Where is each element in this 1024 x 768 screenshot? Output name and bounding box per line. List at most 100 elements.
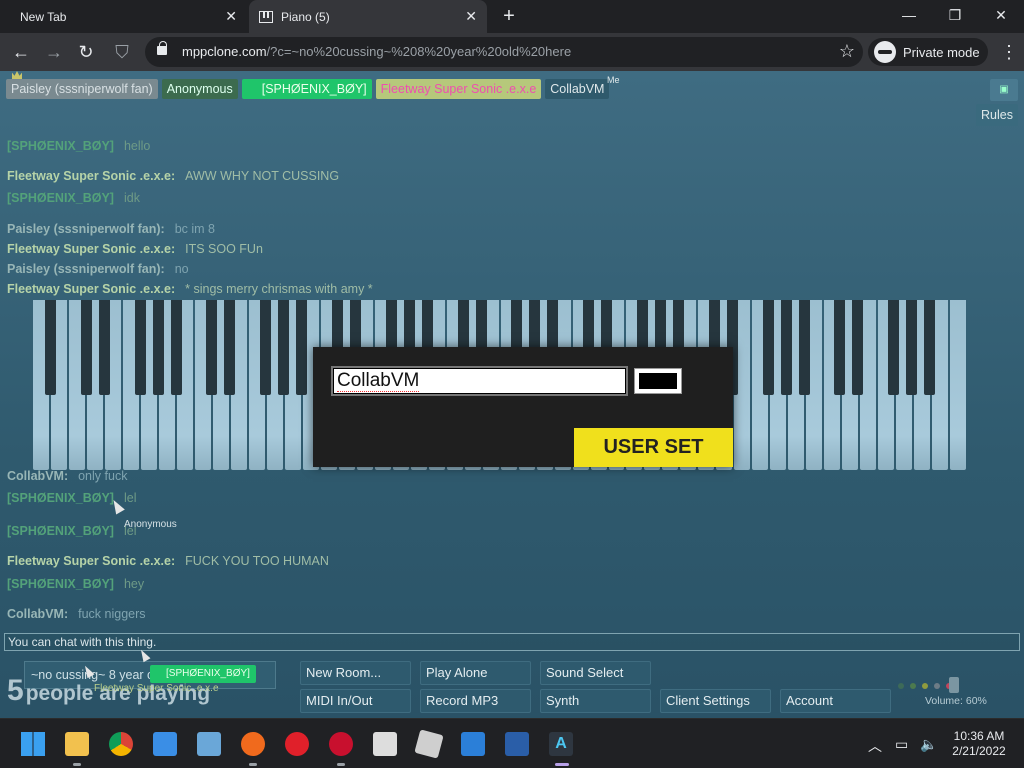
- private-mask-icon: [874, 41, 896, 63]
- black-key[interactable]: [206, 300, 218, 395]
- chat-message: [SPHØENIX_BØY] idk: [7, 191, 140, 205]
- black-key[interactable]: [924, 300, 936, 395]
- minimize-icon[interactable]: —: [886, 0, 932, 30]
- remote-cursor-label: Anonymous: [124, 519, 177, 530]
- black-key[interactable]: [852, 300, 864, 395]
- user-tag[interactable]: Fleetway Super Sonic .e.x.e: [375, 79, 542, 99]
- chrome-icon[interactable]: [109, 732, 133, 756]
- user-tag[interactable]: [SPHØENIX_BØY]: [241, 79, 372, 99]
- chat-text: hey: [123, 577, 145, 591]
- chat-text: * sings merry chrismas with amy *: [185, 282, 373, 296]
- chat-message: Paisley (sssniperwolf fan): bc im 8: [7, 222, 215, 236]
- opera-gx-icon[interactable]: [329, 732, 353, 756]
- windows-icon[interactable]: [461, 732, 485, 756]
- app-a-icon[interactable]: A: [549, 732, 573, 756]
- black-key[interactable]: [224, 300, 236, 395]
- black-key[interactable]: [888, 300, 900, 395]
- black-key[interactable]: [134, 300, 146, 395]
- close-icon[interactable]: ✕: [225, 9, 237, 23]
- chat-input[interactable]: You can chat with this thing.: [4, 633, 1020, 651]
- black-key[interactable]: [170, 300, 182, 395]
- client-settings-button[interactable]: Client Settings: [660, 689, 771, 713]
- back-icon[interactable]: ←: [10, 41, 32, 63]
- speaker-icon[interactable]: 🔈: [920, 736, 937, 753]
- opera-icon[interactable]: [285, 732, 309, 756]
- black-key[interactable]: [834, 300, 846, 395]
- status-dots: [898, 683, 952, 689]
- name-input[interactable]: CollabVM: [331, 366, 628, 396]
- url-text[interactable]: mppclone.com/?c=~no%20cussing~%208%20yea…: [182, 44, 571, 59]
- user-tag[interactable]: Paisley (sssniperwolf fan): [6, 79, 158, 99]
- account-button[interactable]: Account: [780, 689, 891, 713]
- lock-icon[interactable]: [157, 41, 167, 55]
- chat-text: hello: [123, 139, 151, 153]
- chat-message: Fleetway Super Sonic .e.x.e: ITS SOO FUn: [7, 242, 263, 256]
- new-tab-icon[interactable]: +: [499, 6, 519, 26]
- paint-icon[interactable]: [373, 732, 397, 756]
- tab-piano[interactable]: Piano (5) ✕: [249, 0, 487, 33]
- close-window-icon[interactable]: ✕: [978, 0, 1024, 30]
- reload-icon[interactable]: ↻: [75, 41, 97, 63]
- chat-text: idk: [123, 191, 140, 205]
- start-icon[interactable]: [21, 732, 45, 756]
- chat-author: [SPHØENIX_BØY]: [7, 491, 114, 505]
- menu-icon[interactable]: ⋮: [1000, 41, 1018, 63]
- chat-message: [SPHØENIX_BØY] lel: [7, 524, 136, 538]
- rules-button[interactable]: Rules: [976, 104, 1018, 126]
- black-key[interactable]: [44, 300, 56, 395]
- store-icon[interactable]: [153, 732, 177, 756]
- volume-label: Volume: 60%: [925, 695, 987, 707]
- chat-author: CollabVM:: [7, 607, 69, 621]
- shield-icon[interactable]: ⛉: [111, 41, 133, 63]
- midi-button[interactable]: MIDI In/Out: [300, 689, 411, 713]
- tab-label: New Tab: [20, 9, 67, 24]
- private-mode-badge[interactable]: Private mode: [868, 38, 988, 66]
- color-picker[interactable]: [634, 368, 682, 394]
- synth-button[interactable]: Synth: [540, 689, 651, 713]
- black-key[interactable]: [98, 300, 110, 395]
- remote-cursor-label: [SPHØENIX_BØY]: [150, 665, 256, 683]
- chat-author: Fleetway Super Sonic .e.x.e:: [7, 169, 176, 183]
- record-mp3-button[interactable]: Record MP3: [420, 689, 531, 713]
- network-icon[interactable]: ▭: [895, 736, 908, 753]
- black-key[interactable]: [296, 300, 308, 395]
- tab-new-tab[interactable]: New Tab ✕: [0, 0, 247, 33]
- star-icon[interactable]: ☆: [839, 41, 855, 62]
- volume-knob[interactable]: [949, 677, 959, 693]
- chevron-up-icon[interactable]: ︿: [868, 736, 882, 756]
- forward-icon[interactable]: →: [43, 41, 65, 63]
- url-bar[interactable]: mppclone.com/?c=~no%20cussing~%208%20yea…: [145, 37, 863, 67]
- black-key[interactable]: [762, 300, 774, 395]
- black-key[interactable]: [278, 300, 290, 395]
- black-key[interactable]: [152, 300, 164, 395]
- photos-icon[interactable]: [197, 732, 221, 756]
- restore-icon[interactable]: ❐: [932, 0, 978, 30]
- user-set-button[interactable]: USER SET: [574, 428, 733, 467]
- chat-author: Paisley (sssniperwolf fan):: [7, 262, 165, 276]
- play-alone-button[interactable]: Play Alone: [420, 661, 531, 685]
- chat-message: CollabVM: only fuck: [7, 469, 127, 483]
- user-tag-me[interactable]: CollabVM: [545, 79, 610, 99]
- virtualbox-icon[interactable]: [505, 732, 529, 756]
- sound-select-button[interactable]: Sound Select: [540, 661, 651, 685]
- chat-text: ITS SOO FUn: [185, 242, 263, 256]
- toggle-icon[interactable]: ▣: [990, 79, 1018, 101]
- black-key[interactable]: [260, 300, 272, 395]
- chat-message: CollabVM: fuck niggers: [7, 607, 146, 621]
- new-room-button[interactable]: New Room...: [300, 661, 411, 685]
- firefox-icon[interactable]: [241, 732, 265, 756]
- user-tag[interactable]: Anonymous: [161, 79, 238, 99]
- chat-text: no: [174, 262, 189, 276]
- black-key[interactable]: [906, 300, 918, 395]
- black-key[interactable]: [798, 300, 810, 395]
- file-explorer-icon[interactable]: [65, 732, 89, 756]
- roblox-icon[interactable]: [414, 729, 444, 759]
- clock[interactable]: 10:36 AM 2/21/2022: [948, 729, 1010, 759]
- chat-author: [SPHØENIX_BØY]: [7, 577, 114, 591]
- close-icon[interactable]: ✕: [465, 9, 477, 23]
- black-key[interactable]: [780, 300, 792, 395]
- chat-text: bc im 8: [174, 222, 215, 236]
- user-list: Paisley (sssniperwolf fan) Anonymous [SP…: [6, 79, 610, 99]
- black-key[interactable]: [80, 300, 92, 395]
- piano-page: Paisley (sssniperwolf fan) Anonymous [SP…: [0, 71, 1024, 718]
